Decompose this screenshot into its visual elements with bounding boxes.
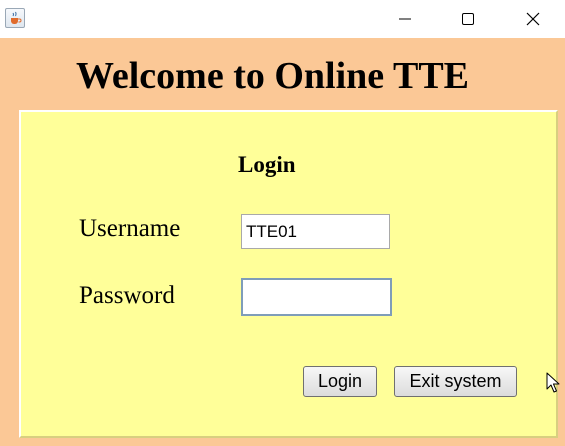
close-button[interactable] — [510, 0, 556, 38]
minimize-button[interactable] — [382, 0, 428, 38]
login-panel: Login Username Password Login Exit syste… — [19, 110, 558, 438]
password-field[interactable] — [241, 278, 392, 316]
username-field[interactable] — [241, 214, 390, 249]
maximize-button[interactable] — [445, 0, 491, 38]
page-title: Welcome to Online TTE — [75, 55, 470, 97]
close-icon — [526, 12, 540, 26]
minimize-icon — [399, 18, 411, 20]
mouse-cursor-icon — [546, 372, 560, 393]
title-bar — [0, 0, 565, 38]
exit-system-button[interactable]: Exit system — [394, 366, 517, 397]
username-label: Username — [79, 215, 181, 242]
login-heading: Login — [238, 152, 296, 177]
maximize-icon — [462, 13, 474, 25]
login-button[interactable]: Login — [303, 366, 377, 397]
java-coffee-cup-icon[interactable] — [5, 8, 25, 28]
password-label: Password — [79, 282, 175, 309]
main-content: Welcome to Online TTE Login Username Pas… — [0, 38, 565, 446]
